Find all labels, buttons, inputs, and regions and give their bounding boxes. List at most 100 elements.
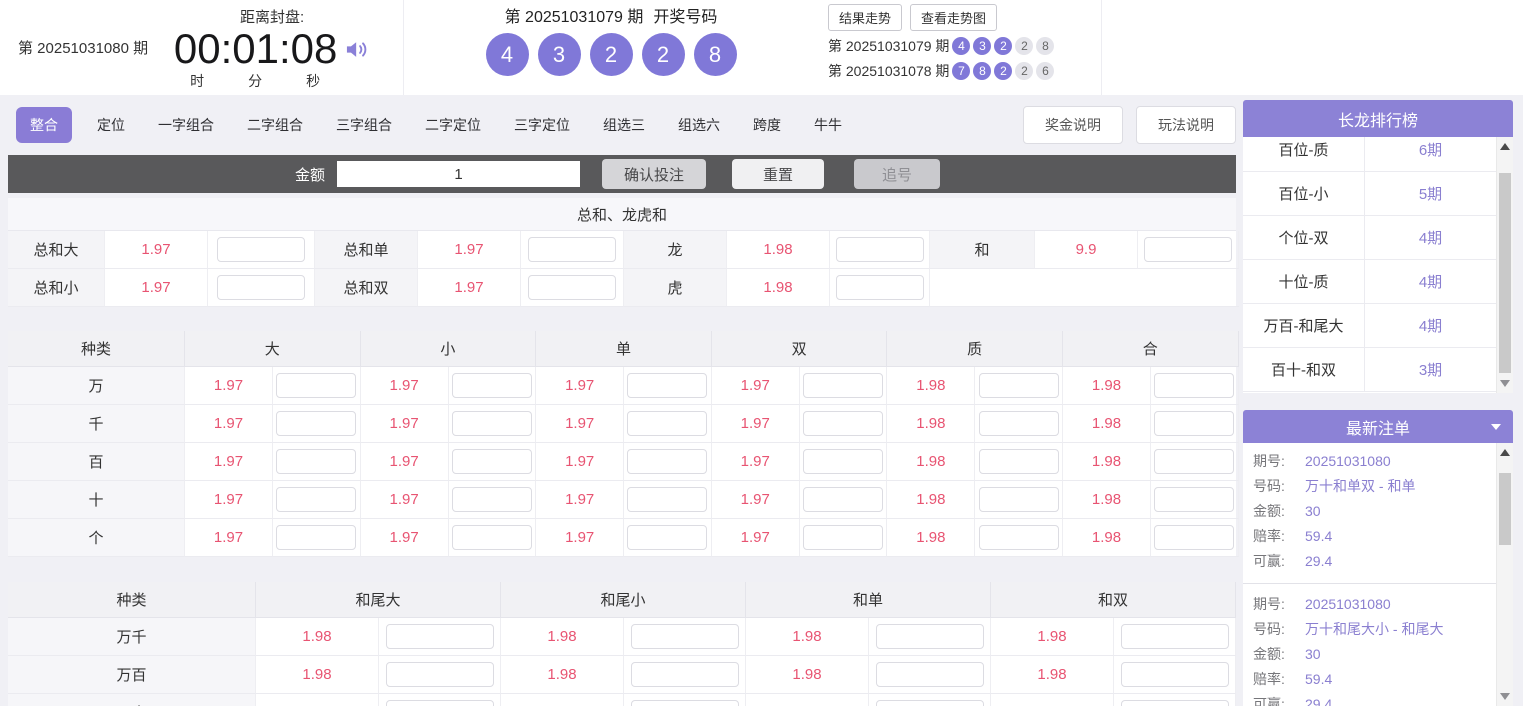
table-row: 万 1.97 1.97 1.97 1.97 1.98 1.98 bbox=[8, 367, 1239, 405]
field-label: 可赢: bbox=[1253, 696, 1285, 706]
bet-amount-input[interactable] bbox=[875, 624, 984, 649]
bet-amount-input[interactable] bbox=[276, 487, 357, 512]
bet-amount-input[interactable] bbox=[217, 237, 305, 262]
right-sidebar: 长龙排行榜 百位-质 6期 百位-小 5期 个位-双 4期 十位-质 4期 万百-和尾大 4期 百十… bbox=[1243, 95, 1513, 706]
history-list: 第 20251031079 期43228第 20251031078 期78226 bbox=[828, 36, 1101, 81]
play-tab[interactable]: 三字组合 bbox=[336, 115, 392, 135]
bet-amount-input[interactable] bbox=[1154, 525, 1235, 550]
bet-amount-input[interactable] bbox=[803, 487, 884, 512]
bet-amount-input[interactable] bbox=[630, 700, 739, 706]
bet-amount-input[interactable] bbox=[451, 525, 532, 550]
bet-amount-input[interactable] bbox=[803, 411, 884, 436]
bet-amount-input[interactable] bbox=[217, 275, 305, 300]
bet-amount-input[interactable] bbox=[276, 373, 357, 398]
play-tab[interactable]: 二字组合 bbox=[247, 115, 303, 135]
table-header-row: 种类 和尾大 和尾小 和单 和双 bbox=[8, 582, 1236, 618]
result-trend-button[interactable]: 结果走势 bbox=[828, 4, 903, 31]
bet-amount-input[interactable] bbox=[627, 525, 708, 550]
play-tab[interactable]: 二字定位 bbox=[425, 115, 481, 135]
play-tab[interactable]: 整合 bbox=[16, 107, 72, 143]
bet-amount-input[interactable] bbox=[835, 275, 924, 300]
column-header: 双 bbox=[711, 331, 888, 367]
bet-amount-input[interactable] bbox=[1154, 449, 1235, 474]
prize-help-button[interactable]: 奖金说明 bbox=[1023, 106, 1123, 144]
bet-amount-input[interactable] bbox=[1154, 373, 1235, 398]
dragon-streak-count: 3期 bbox=[1418, 362, 1443, 379]
bet-amount-input[interactable] bbox=[385, 662, 494, 687]
bet-input-cell bbox=[975, 443, 1063, 481]
reset-button[interactable]: 重置 bbox=[732, 159, 825, 189]
bet-amount-input[interactable] bbox=[528, 275, 616, 300]
bet-amount-input[interactable] bbox=[451, 449, 532, 474]
bet-amount-input[interactable] bbox=[276, 525, 357, 550]
bet-amount-input[interactable] bbox=[978, 449, 1059, 474]
column-header: 种类 bbox=[8, 582, 256, 618]
bet-input-cell bbox=[273, 519, 361, 557]
scroll-thumb[interactable] bbox=[1499, 473, 1511, 545]
scroll-up-button[interactable] bbox=[1497, 139, 1513, 154]
bet-entry-list: 期号: 20251031080 号码: 万十和单双 - 和单 金额: 30 赔率: 59.4 可… bbox=[1243, 443, 1496, 706]
bet-amount-input[interactable] bbox=[528, 237, 616, 262]
view-chart-button[interactable]: 查看走势图 bbox=[910, 4, 998, 31]
bet-amount-input[interactable] bbox=[1120, 700, 1229, 706]
bet-input-cell bbox=[448, 481, 537, 519]
play-tab[interactable]: 组选六 bbox=[678, 115, 720, 135]
play-help-button[interactable]: 玩法说明 bbox=[1136, 106, 1236, 144]
bet-amount-input[interactable] bbox=[1154, 487, 1235, 512]
bet-amount-input[interactable] bbox=[978, 373, 1059, 398]
bet-amount-input[interactable] bbox=[1154, 411, 1235, 436]
bet-amount-input[interactable] bbox=[1120, 624, 1229, 649]
latest-scrollbar[interactable] bbox=[1496, 443, 1513, 706]
chase-number-button[interactable]: 追号 bbox=[854, 159, 941, 189]
scroll-down-button[interactable] bbox=[1497, 689, 1513, 704]
bet-type-label: 万千 bbox=[8, 618, 256, 656]
bet-amount-input[interactable] bbox=[276, 411, 357, 436]
dragon-scrollbar[interactable] bbox=[1496, 137, 1513, 393]
bet-amount-input[interactable] bbox=[385, 624, 494, 649]
odds-value: 1.98 bbox=[991, 694, 1114, 706]
odds-value: 1.98 bbox=[887, 443, 976, 481]
play-tab[interactable]: 跨度 bbox=[753, 115, 781, 135]
bet-amount-input[interactable] bbox=[978, 487, 1059, 512]
bet-amount-input[interactable] bbox=[835, 237, 924, 262]
bet-amount-input[interactable] bbox=[803, 525, 884, 550]
play-tab[interactable]: 定位 bbox=[97, 115, 125, 135]
bet-amount-input[interactable] bbox=[451, 487, 532, 512]
collapse-caret-icon[interactable] bbox=[1491, 423, 1501, 430]
bet-amount-input[interactable] bbox=[875, 700, 984, 706]
bet-amount-input[interactable] bbox=[276, 449, 357, 474]
amount-input[interactable] bbox=[337, 161, 581, 187]
table-row: 百 1.97 1.97 1.97 1.97 1.98 1.98 bbox=[8, 443, 1239, 481]
countdown-units: 时 分 秒 bbox=[154, 71, 356, 91]
play-tab[interactable]: 牛牛 bbox=[814, 115, 842, 135]
scroll-thumb[interactable] bbox=[1499, 173, 1511, 373]
bet-amount-input[interactable] bbox=[627, 449, 708, 474]
bet-input-cell bbox=[975, 481, 1063, 519]
bet-amount-input[interactable] bbox=[1144, 237, 1232, 262]
current-period-label: 第 20251031080 期 bbox=[18, 40, 149, 57]
confirm-bet-button[interactable]: 确认投注 bbox=[602, 159, 707, 189]
play-tab[interactable]: 一字组合 bbox=[158, 115, 214, 135]
speaker-icon[interactable] bbox=[343, 36, 370, 63]
column-header: 和尾小 bbox=[501, 582, 746, 618]
bet-amount-input[interactable] bbox=[875, 662, 984, 687]
scroll-up-button[interactable] bbox=[1497, 445, 1513, 460]
bet-amount-input[interactable] bbox=[1120, 662, 1229, 687]
bet-amount-input[interactable] bbox=[385, 700, 494, 706]
bet-amount-input[interactable] bbox=[630, 662, 739, 687]
bet-input-cell bbox=[1150, 405, 1239, 443]
bet-amount-input[interactable] bbox=[978, 525, 1059, 550]
scroll-down-button[interactable] bbox=[1497, 376, 1513, 391]
bet-amount-input[interactable] bbox=[978, 411, 1059, 436]
bet-amount-input[interactable] bbox=[627, 487, 708, 512]
odds-value: 1.98 bbox=[256, 656, 379, 694]
bet-amount-input[interactable] bbox=[630, 624, 739, 649]
play-tab[interactable]: 三字定位 bbox=[514, 115, 570, 135]
play-tab[interactable]: 组选三 bbox=[603, 115, 645, 135]
bet-amount-input[interactable] bbox=[803, 449, 884, 474]
bet-amount-input[interactable] bbox=[627, 373, 708, 398]
bet-amount-input[interactable] bbox=[627, 411, 708, 436]
bet-amount-input[interactable] bbox=[803, 373, 884, 398]
bet-amount-input[interactable] bbox=[451, 373, 532, 398]
bet-amount-input[interactable] bbox=[451, 411, 532, 436]
